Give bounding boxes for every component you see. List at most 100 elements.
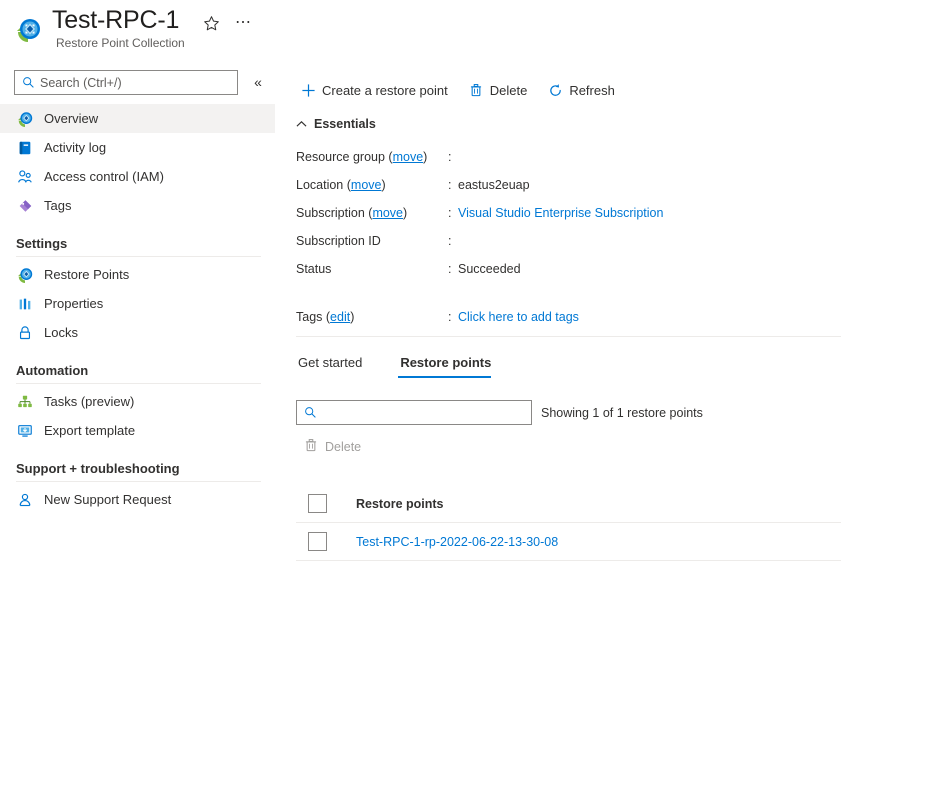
export-template-icon	[16, 422, 34, 440]
content-tabs: Get started Restore points	[296, 355, 527, 378]
command-bar: Create a restore point Delete Refresh	[296, 78, 631, 102]
sidebar-item-tasks[interactable]: Tasks (preview)	[0, 387, 275, 416]
essentials-label: Essentials	[314, 117, 376, 131]
sidebar-item-restore-points[interactable]: Restore Points	[0, 260, 275, 289]
sidebar-group-title: Support + troubleshooting	[16, 461, 180, 476]
sidebar-nav: Overview Activity log Access control (IA…	[0, 104, 275, 514]
row-select-cell	[296, 532, 356, 551]
sidebar-item-export-template[interactable]: Export template	[0, 416, 275, 445]
essentials-label: Resource group (move)	[296, 150, 428, 164]
sidebar-item-activity-log[interactable]: Activity log	[0, 133, 275, 162]
label-suffix: )	[423, 150, 428, 164]
plus-icon	[300, 82, 316, 98]
colon: :	[448, 150, 452, 164]
delete-label: Delete	[489, 82, 528, 98]
column-header-restore-points: Restore points	[356, 496, 444, 511]
sidebar-item-label: Properties	[44, 296, 104, 311]
access-control-icon	[16, 168, 34, 186]
trash-icon	[304, 438, 318, 455]
chevron-double-left-icon[interactable]: «	[248, 72, 268, 92]
colon: :	[448, 234, 452, 248]
refresh-label: Refresh	[569, 82, 615, 98]
refresh-icon	[547, 82, 563, 98]
label-text: Subscription	[296, 206, 365, 220]
grid-delete-label: Delete	[325, 439, 362, 454]
create-restore-point-label: Create a restore point	[322, 82, 448, 98]
move-link[interactable]: move	[372, 206, 403, 220]
properties-icon	[16, 295, 34, 313]
page-subtitle: Restore Point Collection	[56, 36, 185, 50]
filter-input[interactable]	[296, 400, 532, 425]
sidebar-item-tags[interactable]: Tags	[0, 191, 275, 220]
tab-restore-points[interactable]: Restore points	[398, 355, 507, 378]
blade-content: Create a restore point Delete Refresh Es…	[296, 0, 935, 804]
sidebar-group-title: Automation	[16, 363, 89, 378]
divider	[16, 383, 261, 384]
essentials-grid: Resource group (move) : Location (move) …	[296, 150, 841, 290]
essentials-row-tags: Tags (edit) : Click here to add tags	[296, 310, 841, 338]
resource-header: Test-RPC-1 Restore Point Collection ⋯	[0, 0, 290, 62]
divider	[296, 336, 841, 337]
sidebar-item-label: Restore Points	[44, 267, 130, 282]
essentials-value: Succeeded	[458, 262, 521, 276]
sidebar-item-overview[interactable]: Overview	[0, 104, 275, 133]
chevron-up-icon	[296, 117, 307, 131]
divider	[16, 481, 261, 482]
sidebar-item-label: Locks	[44, 325, 78, 340]
search-field[interactable]	[40, 71, 237, 94]
sidebar-group-settings: Settings	[0, 236, 275, 257]
essentials-row-resource-group: Resource group (move) :	[296, 150, 841, 178]
select-all-cell	[296, 494, 356, 513]
filter-field[interactable]	[322, 401, 531, 424]
essentials-toggle[interactable]: Essentials	[296, 117, 376, 131]
ellipsis-icon[interactable]: ⋯	[232, 12, 254, 34]
sidebar-item-access-control[interactable]: Access control (IAM)	[0, 162, 275, 191]
essentials-label: Status	[296, 262, 332, 276]
colon: :	[448, 206, 452, 220]
page-title: Test-RPC-1	[52, 6, 180, 34]
create-restore-point-button[interactable]: Create a restore point	[296, 78, 458, 102]
restore-points-filter-row: Showing 1 of 1 restore points	[296, 400, 703, 425]
restore-point-collection-icon	[14, 16, 42, 44]
tasks-icon	[16, 393, 34, 411]
trash-icon	[468, 82, 484, 98]
move-link[interactable]: move	[393, 150, 424, 164]
label-text: Resource group	[296, 150, 385, 164]
essentials-value-link[interactable]: Visual Studio Enterprise Subscription	[458, 206, 663, 220]
table-row[interactable]: Test-RPC-1-rp-2022-06-22-13-30-08	[296, 523, 841, 561]
grid-delete-button[interactable]: Delete	[300, 434, 365, 459]
add-tags-link[interactable]: Click here to add tags	[458, 310, 579, 338]
delete-button[interactable]: Delete	[464, 78, 538, 102]
tab-get-started[interactable]: Get started	[296, 355, 378, 378]
sidebar-item-label: Tasks (preview)	[44, 394, 135, 409]
azure-portal-blade: Test-RPC-1 Restore Point Collection ⋯ «	[0, 0, 935, 804]
row-checkbox[interactable]	[308, 532, 327, 551]
sidebar-item-properties[interactable]: Properties	[0, 289, 275, 318]
edit-link[interactable]: edit	[330, 310, 350, 324]
sidebar-item-label: Access control (IAM)	[44, 169, 164, 184]
sidebar-item-new-support-request[interactable]: New Support Request	[0, 485, 275, 514]
essentials-row-subscription: Subscription (move) : Visual Studio Ente…	[296, 206, 841, 234]
refresh-button[interactable]: Refresh	[543, 78, 625, 102]
select-all-checkbox[interactable]	[308, 494, 327, 513]
tags-label: Tags (edit)	[296, 310, 355, 324]
divider	[16, 256, 261, 257]
essentials-label: Subscription (move)	[296, 206, 408, 220]
move-link[interactable]: move	[351, 178, 382, 192]
activity-log-icon	[16, 139, 34, 157]
essentials-row-status: Status : Succeeded	[296, 262, 841, 290]
colon: :	[448, 178, 452, 192]
search-icon	[304, 406, 317, 419]
star-icon[interactable]	[200, 12, 222, 34]
label-suffix: )	[381, 178, 386, 192]
sidebar-group-automation: Automation	[0, 363, 275, 384]
restore-point-link[interactable]: Test-RPC-1-rp-2022-06-22-13-30-08	[356, 535, 558, 549]
sidebar-item-label: Export template	[44, 423, 136, 438]
search-input[interactable]	[14, 70, 238, 95]
restore-points-icon	[16, 266, 34, 284]
search-icon	[22, 76, 35, 89]
restore-points-table: Restore points Test-RPC-1-rp-2022-06-22-…	[296, 485, 841, 561]
essentials-row-subscription-id: Subscription ID :	[296, 234, 841, 262]
sidebar-item-locks[interactable]: Locks	[0, 318, 275, 347]
essentials-label: Location (move)	[296, 178, 386, 192]
